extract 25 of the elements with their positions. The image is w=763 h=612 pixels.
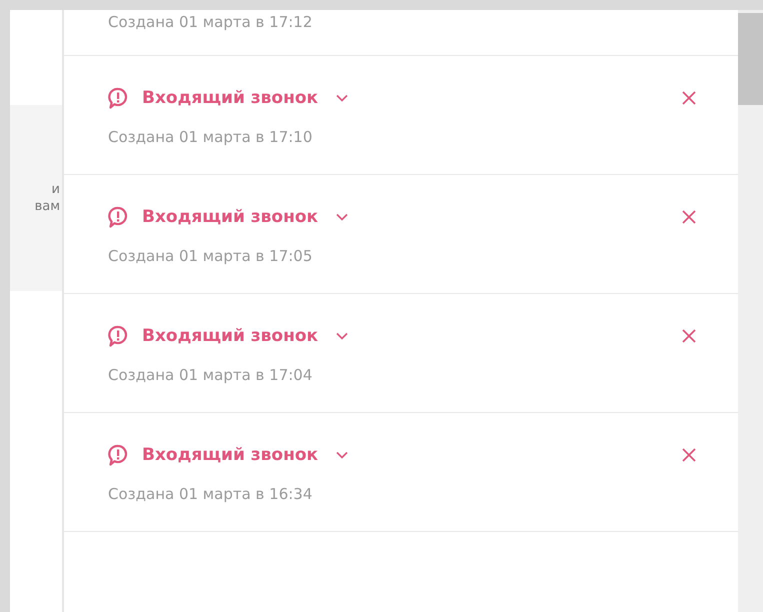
created-date: Создана 01 марта в 17:10: [108, 128, 312, 146]
scrollbar[interactable]: [738, 10, 763, 612]
notification-title: Входящий звонок: [142, 326, 318, 346]
alert-speech-bubble-icon: [108, 206, 128, 228]
created-date: Создана 01 марта в 17:12: [108, 13, 312, 31]
chevron-down-icon[interactable]: [336, 94, 348, 102]
close-icon[interactable]: [682, 210, 696, 224]
chevron-down-icon[interactable]: [336, 213, 348, 221]
notification-title: Входящий звонок: [142, 207, 318, 227]
chevron-down-icon[interactable]: [336, 451, 348, 459]
created-date: Создана 01 марта в 16:34: [108, 485, 312, 503]
scrollbar-thumb[interactable]: [738, 13, 763, 105]
text-fragment: и: [52, 181, 60, 198]
created-date: Создана 01 марта в 17:05: [108, 247, 312, 265]
alert-speech-bubble-icon: [108, 444, 128, 466]
notification-title: Входящий звонок: [142, 88, 318, 108]
text-fragment: вам: [34, 198, 60, 215]
chevron-down-icon[interactable]: [336, 332, 348, 340]
close-icon[interactable]: [682, 448, 696, 462]
alert-speech-bubble-icon: [108, 325, 128, 347]
created-date: Создана 01 марта в 17:04: [108, 366, 312, 384]
close-icon[interactable]: [682, 91, 696, 105]
notification-title: Входящий звонок: [142, 445, 318, 465]
close-icon[interactable]: [682, 329, 696, 343]
alert-speech-bubble-icon: [108, 87, 128, 109]
